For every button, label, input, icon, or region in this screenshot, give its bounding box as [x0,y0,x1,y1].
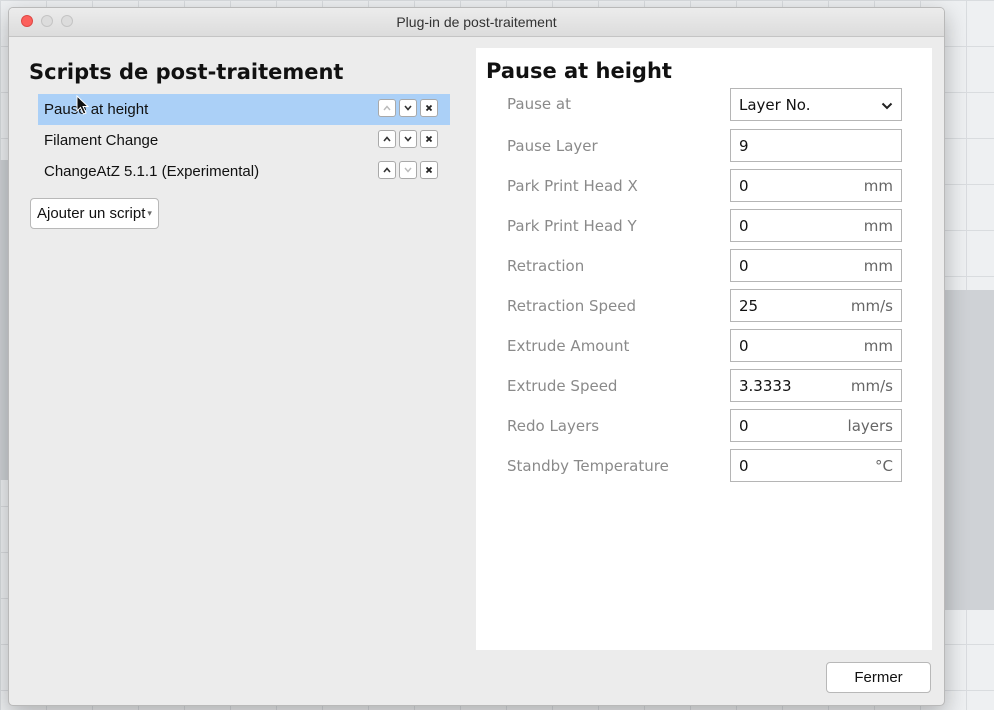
chevron-down-icon [404,136,412,142]
script-item-pause-at-height[interactable]: Pause at height [38,94,450,125]
setting-label-pause-layer: Pause Layer [507,137,598,155]
background-shape [943,290,994,610]
close-icon [425,104,433,112]
redo-layers-input[interactable]: 0 layers [730,409,902,442]
script-item-filament-change[interactable]: Filament Change [38,125,450,156]
extrude-amount-input[interactable]: 0 mm [730,329,902,362]
remove-script-button[interactable] [420,161,438,179]
chevron-down-icon [881,96,893,114]
close-button[interactable]: Fermer [826,662,931,693]
park-y-value: 0 [739,216,749,235]
script-item-label: Filament Change [44,132,159,149]
pause-at-value: Layer No. [739,95,811,114]
title-bar[interactable]: Plug-in de post-traitement [9,8,944,37]
window-title: Plug-in de post-traitement [396,14,557,30]
setting-label-extrude-speed: Extrude Speed [507,377,618,395]
chevron-up-icon [383,136,391,142]
pause-layer-input[interactable]: 9 [730,129,902,162]
retraction-speed-unit: mm/s [850,296,893,315]
redo-layers-unit: layers [847,416,893,435]
setting-label-park-y: Park Print Head Y [507,217,637,235]
mouse-cursor-icon [76,95,90,115]
chevron-down-icon [404,105,412,111]
chevron-up-icon [383,105,391,111]
retraction-speed-value: 25 [739,296,759,315]
park-x-value: 0 [739,176,749,195]
extrude-amount-unit: mm [863,336,893,355]
extrude-amount-value: 0 [739,336,749,355]
park-x-unit: mm [863,176,893,195]
extrude-speed-input[interactable]: 3.3333 mm/s [730,369,902,402]
postprocessing-dialog: Plug-in de post-traitement Scripts de po… [8,7,945,706]
dropdown-caret-icon: ▾ [147,208,152,218]
move-up-button[interactable] [378,130,396,148]
script-settings-panel: Pause at height Pause at Layer No. Pause… [476,48,932,650]
redo-layers-value: 0 [739,416,749,435]
move-up-button[interactable] [378,99,396,117]
setting-label-extrude-amount: Extrude Amount [507,337,630,355]
park-y-input[interactable]: 0 mm [730,209,902,242]
setting-label-redo-layers: Redo Layers [507,417,600,435]
move-down-button[interactable] [399,161,417,179]
add-script-button[interactable]: Ajouter un script ▾ [30,198,159,229]
script-item-label: Pause at height [44,101,149,118]
standby-temperature-input[interactable]: 0 °C [730,449,902,482]
add-script-label: Ajouter un script [37,205,146,222]
setting-label-standby-temperature: Standby Temperature [507,457,669,475]
setting-label-retraction: Retraction [507,257,585,275]
script-list: Pause at height Filament Change ChangeAt… [38,94,450,187]
retraction-value: 0 [739,256,749,275]
extrude-speed-unit: mm/s [850,376,893,395]
park-x-input[interactable]: 0 mm [730,169,902,202]
close-icon [425,166,433,174]
setting-label-retraction-speed: Retraction Speed [507,297,636,315]
standby-temperature-unit: °C [875,456,893,475]
move-down-button[interactable] [399,130,417,148]
setting-label-pause-at: Pause at [507,95,571,113]
script-item-changeatz[interactable]: ChangeAtZ 5.1.1 (Experimental) [38,156,450,187]
script-row-buttons [378,99,438,117]
remove-script-button[interactable] [420,99,438,117]
extrude-speed-value: 3.3333 [739,376,792,395]
pause-at-select[interactable]: Layer No. [730,88,902,121]
standby-temperature-value: 0 [739,456,749,475]
chevron-down-icon [404,167,412,173]
setting-label-park-x: Park Print Head X [507,177,638,195]
park-y-unit: mm [863,216,893,235]
remove-script-button[interactable] [420,130,438,148]
close-icon [425,135,433,143]
retraction-unit: mm [863,256,893,275]
settings-heading: Pause at height [486,59,672,83]
retraction-speed-input[interactable]: 25 mm/s [730,289,902,322]
script-row-buttons [378,161,438,179]
scripts-heading: Scripts de post-traitement [29,60,344,84]
pause-layer-value: 9 [739,136,749,155]
script-item-label: ChangeAtZ 5.1.1 (Experimental) [44,163,260,180]
move-up-button[interactable] [378,161,396,179]
retraction-input[interactable]: 0 mm [730,249,902,282]
chevron-up-icon [383,167,391,173]
script-row-buttons [378,130,438,148]
move-down-button[interactable] [399,99,417,117]
